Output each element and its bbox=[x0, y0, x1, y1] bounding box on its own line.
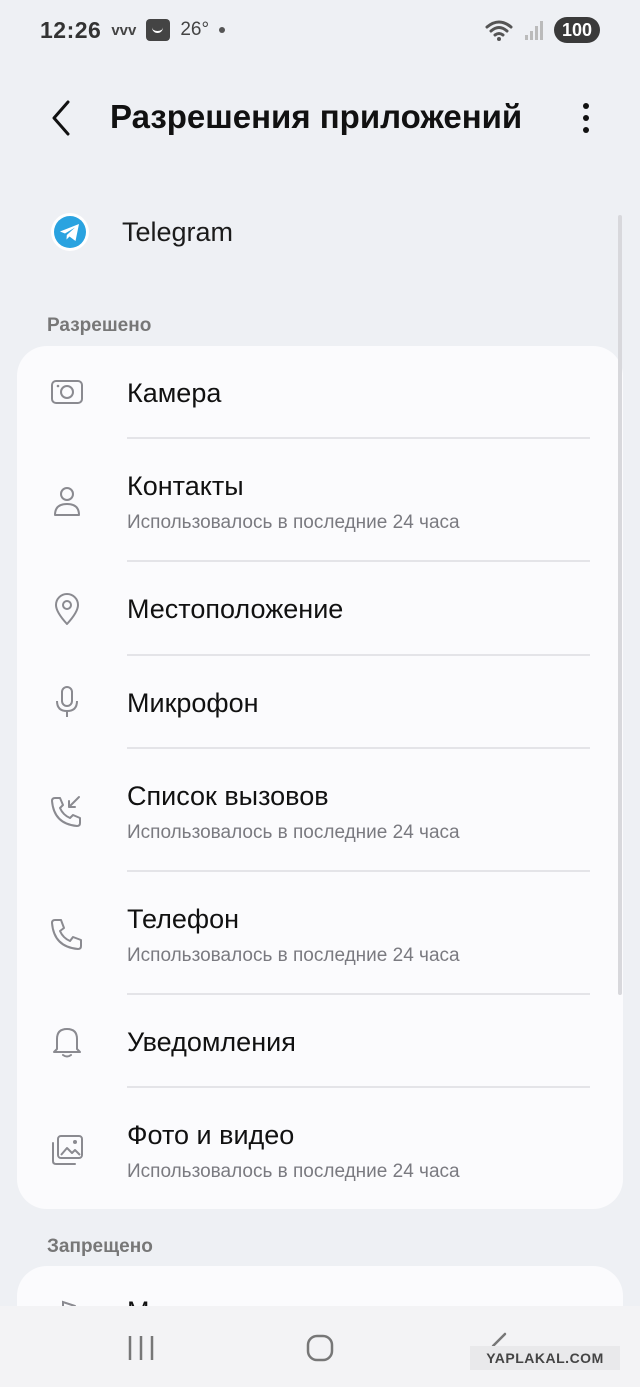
permission-usage-note: Использовалось в последние 24 часа bbox=[127, 945, 460, 966]
permission-usage-note: Использовалось в последние 24 часа bbox=[127, 822, 460, 843]
wifi-icon bbox=[485, 20, 513, 41]
page-title: Разрешения приложений bbox=[110, 98, 523, 135]
permission-title: Камера bbox=[127, 378, 222, 408]
recent-apps-icon[interactable] bbox=[121, 1328, 161, 1368]
telegram-icon bbox=[51, 213, 89, 251]
permission-row-location[interactable]: Местоположение bbox=[17, 562, 623, 656]
permission-usage-note: Использовалось в последние 24 часа bbox=[127, 1161, 460, 1182]
app-name: Telegram bbox=[122, 216, 234, 247]
section-label-denied: Запрещено bbox=[47, 1236, 153, 1257]
scrollbar[interactable] bbox=[618, 215, 622, 995]
permission-title: Контакты bbox=[127, 471, 244, 501]
permission-row-phone[interactable]: Телефон Использовалось в последние 24 ча… bbox=[17, 872, 623, 995]
signal-icon bbox=[524, 21, 543, 40]
permission-row-microphone[interactable]: Микрофон bbox=[17, 656, 623, 749]
more-options-icon[interactable] bbox=[574, 100, 598, 136]
permission-title: Микрофон bbox=[127, 688, 259, 718]
permission-title: Местоположение bbox=[127, 594, 344, 624]
status-bar: 12:26 vvv 26° 100 bbox=[0, 0, 640, 60]
call-log-icon bbox=[51, 796, 81, 827]
home-icon[interactable] bbox=[300, 1328, 340, 1368]
allowed-permissions-card: Камера Контакты Использовалось в последн… bbox=[17, 346, 623, 1209]
bell-icon bbox=[53, 1028, 81, 1058]
watermark: YAPLAKAL.COM bbox=[470, 1346, 620, 1370]
battery-indicator: 100 bbox=[553, 17, 600, 43]
person-icon bbox=[54, 487, 80, 516]
permission-row-call-log[interactable]: Список вызовов Использовалось в последни… bbox=[17, 749, 623, 872]
permission-row-notifications[interactable]: Уведомления bbox=[17, 995, 623, 1088]
photos-icon bbox=[52, 1135, 83, 1165]
permission-row-photos[interactable]: Фото и видео Использовалось в последние … bbox=[17, 1088, 623, 1209]
weather-temperature: 26° bbox=[180, 19, 210, 40]
permission-row-contacts[interactable]: Контакты Использовалось в последние 24 ч… bbox=[17, 439, 623, 562]
permission-row-camera[interactable]: Камера bbox=[17, 346, 623, 439]
section-label-allowed: Разрешено bbox=[47, 315, 152, 336]
permission-title: Телефон bbox=[127, 904, 240, 934]
permission-usage-note: Использовалось в последние 24 часа bbox=[127, 512, 460, 533]
phone-icon bbox=[51, 919, 82, 950]
permission-title: Список вызовов bbox=[127, 781, 329, 811]
status-time: 12:26 bbox=[40, 16, 102, 43]
microphone-icon bbox=[56, 686, 78, 717]
location-pin-icon bbox=[55, 593, 79, 625]
more-notifications-dot bbox=[219, 27, 226, 33]
carrier-indicator: vvv bbox=[111, 21, 137, 39]
permission-title: Уведомления bbox=[127, 1027, 296, 1057]
camera-icon bbox=[51, 380, 83, 404]
notification-app-icon bbox=[146, 19, 171, 41]
top-app-bar: Разрешения приложений bbox=[0, 80, 640, 156]
permission-title: Фото и видео bbox=[127, 1120, 295, 1150]
app-info-row[interactable]: Telegram bbox=[50, 200, 233, 264]
back-arrow-icon[interactable] bbox=[46, 98, 78, 138]
